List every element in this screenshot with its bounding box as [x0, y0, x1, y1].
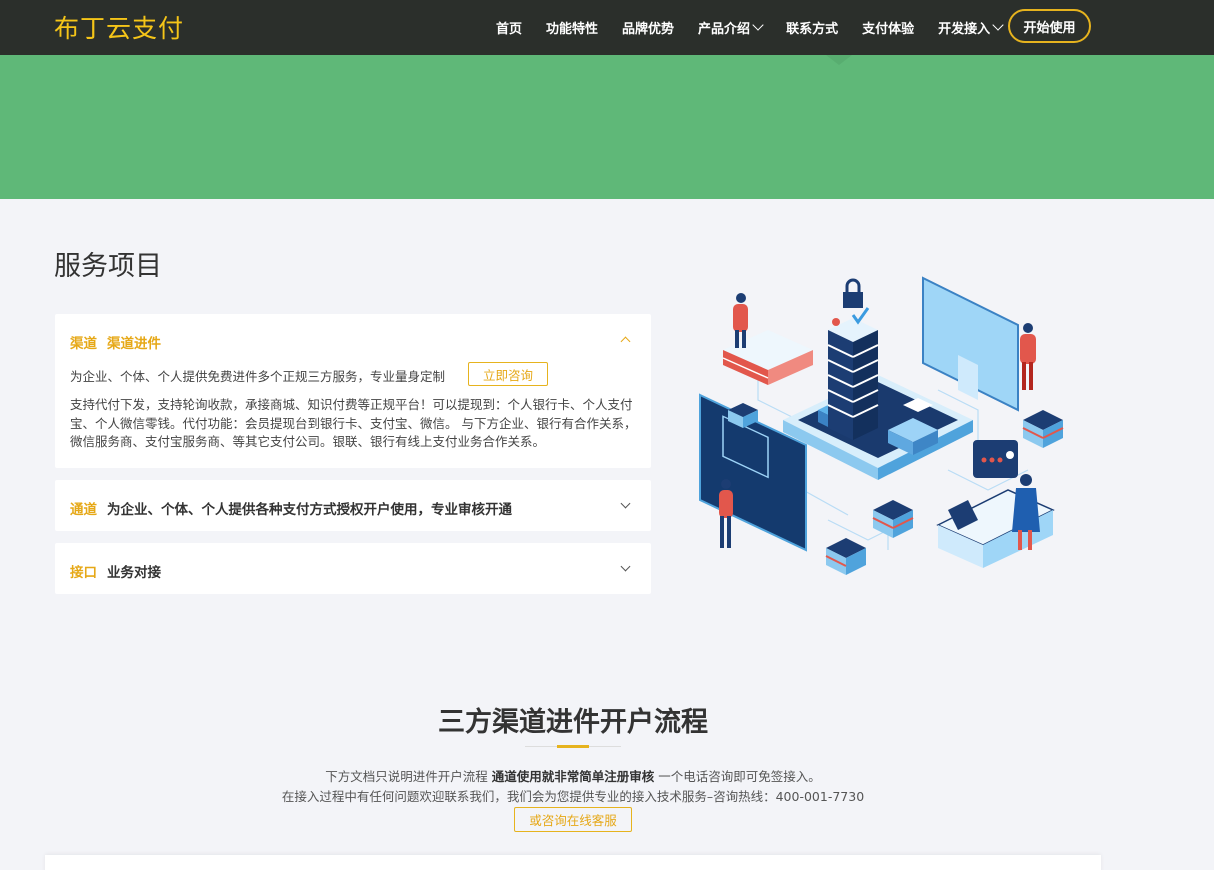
- online-support-button[interactable]: 或咨询在线客服: [514, 807, 632, 832]
- main-nav: 首页 功能特性 品牌优势 产品介绍 联系方式 支付体验 开发接入: [496, 0, 1026, 55]
- flow-text-bold: 通道使用就非常简单注册审核: [491, 769, 655, 784]
- panel-heading: 为企业、个体、个人提供各种支付方式授权开户使用，专业审核开通: [107, 502, 512, 518]
- chevron-down-icon[interactable]: [620, 498, 631, 509]
- panel-header[interactable]: 接口 业务对接: [70, 561, 161, 581]
- flow-title: 三方渠道进件开户流程: [438, 707, 708, 738]
- nav-developer[interactable]: 开发接入: [938, 18, 1004, 37]
- service-panel-api[interactable]: 接口 业务对接: [55, 543, 651, 594]
- nav-payment-demo[interactable]: 支付体验: [862, 18, 914, 37]
- hero-banner: [0, 55, 1214, 199]
- nav-label: 品牌优势: [622, 22, 675, 37]
- flow-text-post: 一个电话咨询即可免签接入。: [654, 769, 821, 784]
- nav-label: 开发接入: [938, 22, 991, 37]
- nav-features[interactable]: 功能特性: [546, 18, 598, 37]
- service-panel-channel: 渠道 渠道进件 为企业、个体、个人提供免费进件多个正规三方服务，专业量身定制 立即…: [55, 314, 651, 468]
- nav-home[interactable]: 首页: [496, 18, 522, 37]
- flow-description-line2: 在接入过程中有任何问题欢迎联系我们，我们会为您提供专业的接入技术服务–咨询热线：…: [281, 789, 865, 804]
- panel-body: 支持代付下发，支持轮询收款，承接商城、知识付费等正规平台！可以提现到：个人银行卡…: [70, 397, 637, 449]
- service-panel-gateway[interactable]: 通道 为企业、个体、个人提供各种支付方式授权开户使用，专业审核开通: [55, 480, 651, 531]
- title-divider-accent: [557, 745, 589, 748]
- panel-header[interactable]: 通道 为企业、个体、个人提供各种支付方式授权开户使用，专业审核开通: [70, 498, 512, 518]
- isometric-city-illustration: [699, 276, 1064, 575]
- panel-tag: 通道: [70, 502, 97, 518]
- chevron-down-icon: [992, 19, 1004, 31]
- panel-heading: 业务对接: [107, 565, 161, 581]
- banner-notch: [826, 55, 852, 65]
- start-using-button[interactable]: 开始使用: [1008, 9, 1091, 43]
- flow-content-card: [45, 855, 1101, 870]
- chevron-down-icon: [752, 19, 764, 31]
- nav-label: 支付体验: [862, 22, 915, 37]
- flow-description-line1: 下方文档只说明进件开户流程 通道使用就非常简单注册审核 一个电话咨询即可免签接入…: [0, 766, 1146, 785]
- chevron-down-icon[interactable]: [620, 561, 631, 572]
- panel-tag: 渠道: [70, 336, 97, 352]
- panel-heading: 渠道进件: [107, 336, 161, 352]
- panel-tag: 接口: [70, 565, 97, 581]
- nav-contact[interactable]: 联系方式: [786, 18, 838, 37]
- nav-label: 功能特性: [546, 22, 599, 37]
- panel-intro: 为企业、个体、个人提供免费进件多个正规三方服务，专业量身定制: [70, 369, 446, 384]
- brand-logo[interactable]: 布丁云支付: [54, 9, 184, 45]
- panel-header[interactable]: 渠道 渠道进件: [70, 332, 161, 352]
- consult-now-button[interactable]: 立即咨询: [468, 362, 548, 386]
- nav-label: 联系方式: [786, 22, 839, 37]
- top-nav-bar: 布丁云支付 首页 功能特性 品牌优势 产品介绍 联系方式 支付体验 开发接入 开…: [0, 0, 1214, 55]
- nav-products[interactable]: 产品介绍: [698, 18, 764, 37]
- nav-label: 首页: [496, 22, 523, 37]
- nav-label: 产品介绍: [698, 22, 751, 37]
- services-title: 服务项目: [54, 251, 162, 282]
- flow-text-pre: 下方文档只说明进件开户流程: [325, 769, 492, 784]
- chevron-up-icon[interactable]: [620, 336, 631, 347]
- nav-brand-advantages[interactable]: 品牌优势: [622, 18, 674, 37]
